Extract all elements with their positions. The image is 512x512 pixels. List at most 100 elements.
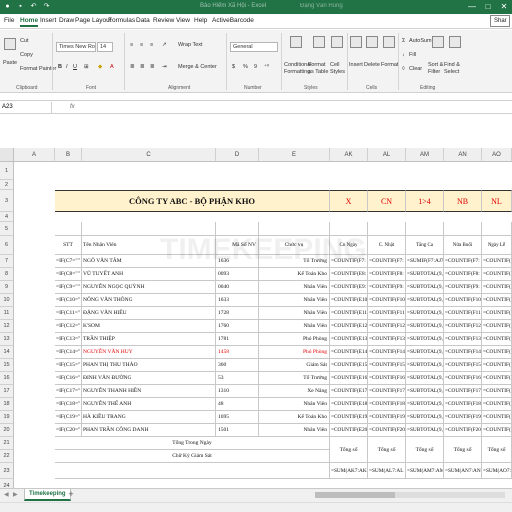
sum-formula-ak[interactable]: =SUM(AK7:AK [330, 463, 368, 479]
row-header-19[interactable]: 19 [0, 411, 14, 424]
formula-an[interactable]: =COUNTIF(F11: [444, 307, 482, 320]
formula-an[interactable]: =COUNTIF(F18: [444, 398, 482, 411]
cell-styles-icon[interactable] [331, 36, 343, 48]
orientation-icon[interactable]: ↗ [162, 42, 167, 48]
formula-ak[interactable]: =COUNTIF(E15: [330, 359, 368, 372]
align-left-icon[interactable]: ≣ [130, 64, 135, 70]
employee-role[interactable]: Xe Nâng [259, 385, 330, 398]
column-header-al[interactable]: AL [368, 148, 406, 162]
conditional-formatting-button[interactable]: Conditional Formatting [284, 62, 312, 76]
bold-button[interactable]: B [58, 64, 62, 70]
row-header-20[interactable]: 20 [0, 424, 14, 437]
header-ao[interactable]: Ngày Lễ [482, 236, 512, 255]
row-header-8[interactable]: 8 [0, 268, 14, 281]
indent-icon[interactable]: ⇥ [162, 64, 167, 70]
stt-cell[interactable]: =IF(C20=" [55, 424, 82, 437]
percent-button[interactable]: % [243, 64, 248, 70]
formula-ao[interactable]: =COUNTIF(F [482, 333, 512, 346]
merge-center-button[interactable]: Merge & Center [178, 64, 217, 70]
format-table-button[interactable]: Format as Table [308, 62, 330, 76]
employee-role[interactable]: Nhân Viên [259, 294, 330, 307]
code-am[interactable]: 1>4 [406, 190, 444, 212]
delete-cells-button[interactable]: Delete [364, 62, 380, 68]
formula-ao[interactable]: =COUNTIF(F [482, 320, 512, 333]
menu-view[interactable]: View [176, 17, 190, 24]
row-header-1[interactable]: 1 [0, 162, 14, 180]
sum-label-al[interactable]: Tổng số [368, 437, 406, 463]
autosum-button[interactable]: AutoSum [409, 38, 432, 44]
select-all-corner[interactable] [0, 148, 14, 162]
formula-am[interactable]: =SUBTOTAL(9, [406, 307, 444, 320]
total-label[interactable]: Tổng Trong Ngày [55, 437, 330, 450]
name-box[interactable]: A23 [0, 102, 52, 113]
insert-cells-icon[interactable] [350, 36, 362, 48]
row-header-10[interactable]: 10 [0, 294, 14, 307]
formula-ao[interactable]: =COUNTIF(F [482, 346, 512, 359]
empty-cell[interactable] [55, 463, 330, 479]
formula-ao[interactable]: =COUNTIF(F [482, 255, 512, 268]
formula-am[interactable]: =SUBTOTAL(9, [406, 359, 444, 372]
formula-an[interactable]: =COUNTIF(F15: [444, 359, 482, 372]
redo-icon[interactable]: ↷ [42, 2, 51, 11]
empty-cell[interactable] [216, 222, 259, 236]
formula-am[interactable]: =SUBTOTAL(9, [406, 385, 444, 398]
code-ao[interactable]: NL [482, 190, 512, 212]
horizontal-scrollbar[interactable] [315, 492, 505, 498]
header-ak[interactable]: Cn Ngày [330, 236, 368, 255]
employee-id[interactable]: 1695 [216, 411, 259, 424]
sum-formula-al[interactable]: =SUM(AL7:AL [368, 463, 406, 479]
formula-al[interactable]: =COUNTIF(F13: [368, 333, 406, 346]
employee-id[interactable]: 360 [216, 359, 259, 372]
stt-cell[interactable]: =IF(C12=" [55, 320, 82, 333]
sum-label-am[interactable]: Tổng số [406, 437, 444, 463]
stt-cell[interactable]: =IF(C13=" [55, 333, 82, 346]
empty-cell[interactable] [330, 222, 368, 236]
paste-icon[interactable] [4, 38, 16, 50]
formula-an[interactable]: =COUNTIF(F12: [444, 320, 482, 333]
formula-al[interactable]: =COUNTIF(F17: [368, 385, 406, 398]
formula-am[interactable]: =SUBTOTAL(9, [406, 294, 444, 307]
header-name[interactable]: Tên Nhân Viên [82, 236, 216, 255]
formula-ak[interactable]: =COUNTIF(F7: [330, 255, 368, 268]
header-id[interactable]: Mã Số NV [216, 236, 259, 255]
formula-ao[interactable]: =COUNTIF(F [482, 281, 512, 294]
column-header-d[interactable]: D [216, 148, 259, 162]
scrollbar-thumb[interactable] [315, 492, 395, 498]
delete-cells-icon[interactable] [366, 36, 378, 48]
formula-am[interactable]: =SUMIF(F7:AJ7 [406, 255, 444, 268]
borders-icon[interactable]: ⊞ [84, 64, 89, 70]
menu-insert[interactable]: Insert [40, 17, 56, 24]
employee-name[interactable]: NÔNG VĂN THÔNG [82, 294, 216, 307]
employee-name[interactable]: HÀ KIỀU TRANG [82, 411, 216, 424]
header-al[interactable]: C. Nhật [368, 236, 406, 255]
formula-ao[interactable]: =COUNTIF(F [482, 411, 512, 424]
formula-input[interactable] [82, 102, 502, 113]
currency-button[interactable]: $ [232, 64, 235, 70]
formula-am[interactable]: =SUBTOTAL(9, [406, 281, 444, 294]
formula-an[interactable]: =COUNTIF(F8: [444, 268, 482, 281]
stt-cell[interactable]: =IF(C19=" [55, 411, 82, 424]
formula-am[interactable]: =SUBTOTAL(9, [406, 372, 444, 385]
formula-an[interactable]: =COUNTIF(F10: [444, 294, 482, 307]
autosum-icon[interactable]: Σ [402, 38, 405, 44]
formula-am[interactable]: =SUBTOTAL(9, [406, 320, 444, 333]
row-header-13[interactable]: 13 [0, 333, 14, 346]
empty-cell[interactable] [444, 222, 482, 236]
sum-label-ak[interactable]: Tổng số [330, 437, 368, 463]
formula-an[interactable]: =COUNTIF(F16: [444, 372, 482, 385]
formula-al[interactable]: =COUNTIF(F7: [368, 255, 406, 268]
formula-am[interactable]: =SUBTOTAL(9, [406, 346, 444, 359]
sum-formula-an[interactable]: =SUM(AN7:AN [444, 463, 482, 479]
empty-cell[interactable] [55, 222, 82, 236]
code-an[interactable]: NB [444, 190, 482, 212]
comma-button[interactable]: 9 [254, 64, 257, 70]
employee-role[interactable]: Tổ Trưởng [259, 255, 330, 268]
formula-al[interactable]: =COUNTIF(F18: [368, 398, 406, 411]
formula-ao[interactable]: =COUNTIF(F [482, 294, 512, 307]
column-header-an[interactable]: AN [444, 148, 482, 162]
employee-role[interactable]: Tổ Trưởng [259, 372, 330, 385]
formula-ao[interactable]: =COUNTIF(F [482, 424, 512, 437]
format-cells-icon[interactable] [383, 36, 395, 48]
insert-cells-button[interactable]: Insert [349, 62, 363, 68]
column-header-ak[interactable]: AK [330, 148, 368, 162]
